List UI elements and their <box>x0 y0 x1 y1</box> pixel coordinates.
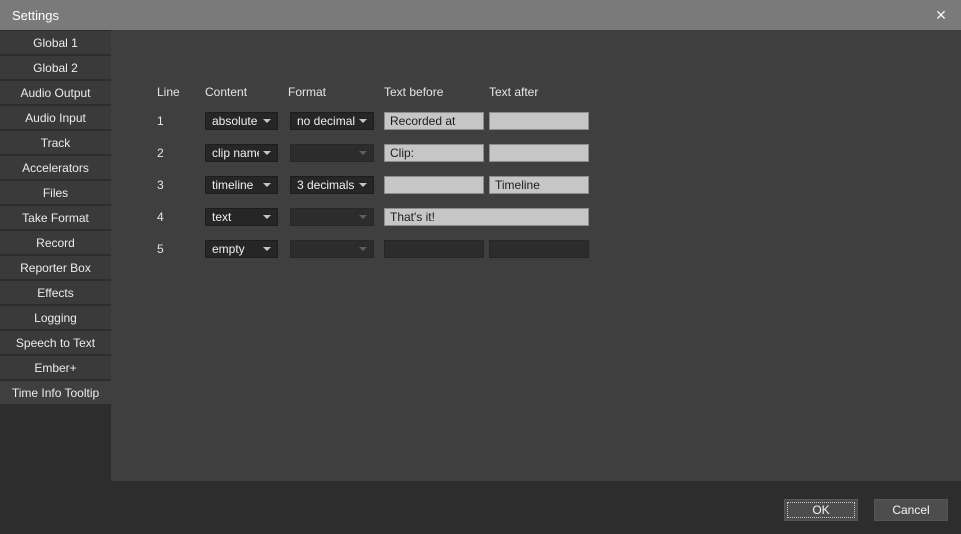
column-header-text-after: Text after <box>489 85 538 100</box>
sidebar-item-label: Ember+ <box>34 361 76 375</box>
sidebar-item-label: Audio Output <box>20 86 90 100</box>
dropdown-value: text <box>212 210 259 224</box>
line-number: 1 <box>157 114 164 128</box>
sidebar-item-label: Global 2 <box>33 61 78 75</box>
tooltip-line-row: 1 absolute no decimals <box>111 112 961 130</box>
sidebar-item-take-format[interactable]: Take Format <box>0 206 111 229</box>
text-after-input[interactable] <box>489 176 589 194</box>
sidebar-item-audio-output[interactable]: Audio Output <box>0 81 111 104</box>
text-wide-input[interactable] <box>384 208 589 226</box>
content-dropdown[interactable]: empty <box>205 240 278 258</box>
text-before-input[interactable] <box>384 112 484 130</box>
sidebar-item-label: Files <box>43 186 68 200</box>
dialog-footer: OK Cancel <box>0 481 961 534</box>
format-dropdown[interactable]: no decimals <box>290 112 374 130</box>
title-bar: Settings ✕ <box>0 0 961 30</box>
sidebar-item-label: Take Format <box>22 211 89 225</box>
chevron-down-icon <box>263 247 271 251</box>
text-before-input[interactable] <box>384 176 484 194</box>
sidebar-item-label: Logging <box>34 311 77 325</box>
text-after-input[interactable] <box>489 112 589 130</box>
sidebar-item-files[interactable]: Files <box>0 181 111 204</box>
chevron-down-icon <box>359 119 367 123</box>
text-after-input-disabled <box>489 240 589 258</box>
text-after-input[interactable] <box>489 144 589 162</box>
chevron-down-icon <box>359 215 367 219</box>
ok-button[interactable]: OK <box>784 499 858 521</box>
column-header-format: Format <box>288 85 326 100</box>
tooltip-line-row: 4 text <box>111 208 961 226</box>
sidebar-item-reporter-box[interactable]: Reporter Box <box>0 256 111 279</box>
text-before-input[interactable] <box>384 144 484 162</box>
sidebar-item-label: Speech to Text <box>16 336 95 350</box>
column-header-line: Line <box>157 85 180 100</box>
settings-category-list: Global 1 Global 2 Audio Output Audio Inp… <box>0 30 111 481</box>
chevron-down-icon <box>263 119 271 123</box>
dropdown-value: 3 decimals <box>297 178 355 192</box>
dropdown-value: absolute <box>212 114 259 128</box>
format-dropdown[interactable]: 3 decimals <box>290 176 374 194</box>
sidebar-item-label: Global 1 <box>33 36 78 50</box>
dropdown-value: no decimals <box>297 114 355 128</box>
column-header-content: Content <box>205 85 247 100</box>
format-dropdown-disabled <box>290 240 374 258</box>
content-dropdown[interactable]: timeline <box>205 176 278 194</box>
chevron-down-icon <box>359 247 367 251</box>
settings-dialog: Settings ✕ Global 1 Global 2 Audio Outpu… <box>0 0 961 534</box>
line-number: 4 <box>157 210 164 224</box>
chevron-down-icon <box>359 151 367 155</box>
column-header-text-before: Text before <box>384 85 443 100</box>
sidebar-item-logging[interactable]: Logging <box>0 306 111 329</box>
sidebar-item-global-2[interactable]: Global 2 <box>0 56 111 79</box>
dropdown-value: empty <box>212 242 259 256</box>
line-number: 3 <box>157 178 164 192</box>
dropdown-value: timeline <box>212 178 259 192</box>
time-info-tooltip-panel: Line Content Format Text before Text aft… <box>111 30 961 481</box>
chevron-down-icon <box>263 151 271 155</box>
window-title: Settings <box>12 8 59 23</box>
sidebar-item-audio-input[interactable]: Audio Input <box>0 106 111 129</box>
sidebar-item-label: Time Info Tooltip <box>12 386 99 400</box>
sidebar-item-track[interactable]: Track <box>0 131 111 154</box>
content-dropdown[interactable]: text <box>205 208 278 226</box>
dropdown-value: clip name <box>212 146 259 160</box>
chevron-down-icon <box>359 183 367 187</box>
cancel-button[interactable]: Cancel <box>874 499 948 521</box>
sidebar-item-label: Effects <box>37 286 73 300</box>
sidebar-item-accelerators[interactable]: Accelerators <box>0 156 111 179</box>
sidebar-item-label: Record <box>36 236 75 250</box>
sidebar-item-record[interactable]: Record <box>0 231 111 254</box>
tooltip-line-row: 5 empty <box>111 240 961 258</box>
format-dropdown-disabled <box>290 144 374 162</box>
chevron-down-icon <box>263 183 271 187</box>
tooltip-line-row: 3 timeline 3 decimals <box>111 176 961 194</box>
format-dropdown-disabled <box>290 208 374 226</box>
text-before-input-disabled <box>384 240 484 258</box>
content-dropdown[interactable]: absolute <box>205 112 278 130</box>
line-number: 2 <box>157 146 164 160</box>
sidebar-item-label: Reporter Box <box>20 261 91 275</box>
sidebar-item-label: Track <box>41 136 71 150</box>
chevron-down-icon <box>263 215 271 219</box>
sidebar-item-label: Accelerators <box>22 161 89 175</box>
line-number: 5 <box>157 242 164 256</box>
close-icon[interactable]: ✕ <box>929 4 953 26</box>
sidebar-item-speech-to-text[interactable]: Speech to Text <box>0 331 111 354</box>
sidebar-item-time-info-tooltip[interactable]: Time Info Tooltip <box>0 381 111 404</box>
sidebar-item-label: Audio Input <box>25 111 86 125</box>
sidebar-item-ember-plus[interactable]: Ember+ <box>0 356 111 379</box>
content-dropdown[interactable]: clip name <box>205 144 278 162</box>
sidebar-item-global-1[interactable]: Global 1 <box>0 31 111 54</box>
tooltip-line-row: 2 clip name <box>111 144 961 162</box>
sidebar-item-effects[interactable]: Effects <box>0 281 111 304</box>
